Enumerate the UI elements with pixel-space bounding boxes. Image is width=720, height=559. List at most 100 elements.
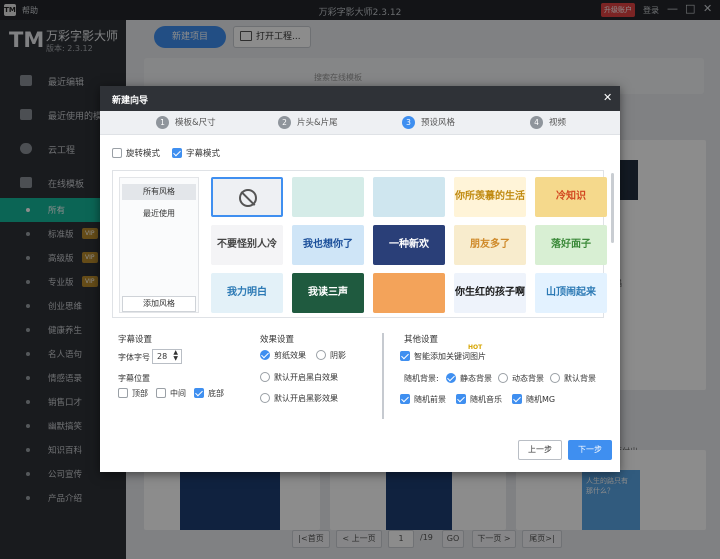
style-thumb[interactable]	[292, 177, 364, 217]
dialog-header: 新建向导 ✕	[100, 86, 620, 111]
hot-badge: HOT	[468, 344, 483, 351]
step-1[interactable]: 1 模板&尺寸	[156, 116, 216, 129]
checkbox-checked-icon	[512, 394, 522, 404]
step-number: 3	[402, 116, 415, 129]
style-thumb[interactable]	[373, 177, 445, 217]
dialog-close-icon[interactable]: ✕	[603, 91, 612, 104]
font-size-stepper[interactable]: 28 ▲ ▼	[152, 349, 182, 364]
category-all-styles[interactable]: 所有风格	[122, 184, 196, 200]
subtitle-settings-title: 字幕设置	[118, 335, 153, 345]
position-middle-checkbox[interactable]: 中间	[156, 388, 186, 399]
checkbox-checked-icon	[194, 388, 204, 398]
mode-label: 旋转模式	[126, 149, 161, 159]
style-thumb[interactable]: 我力明白	[211, 273, 283, 313]
bw-effect-checkbox[interactable]: 默认开启黑白效果	[260, 372, 338, 383]
next-step-button[interactable]: 下一步	[568, 440, 612, 460]
step-number: 2	[278, 116, 291, 129]
font-size-value: 28	[157, 352, 168, 361]
checkbox-checked-icon	[456, 394, 466, 404]
option-label: 顶部	[132, 389, 148, 398]
smart-keyword-checkbox[interactable]: 智能添加关键词图片	[400, 351, 486, 362]
option-label: 静态背景	[460, 374, 492, 383]
checkbox-checked-icon	[400, 394, 410, 404]
option-label: 中间	[170, 389, 186, 398]
style-grid: 你所羡慕的生活 冷知识不要怪别人冷 我也想你了 一种新欢 朋友多了 落好面子我力明白 我读三…	[211, 177, 611, 317]
font-size-label: 字体字号	[118, 353, 150, 362]
checkbox-icon	[112, 148, 122, 158]
random-bg-label: 随机背景:	[404, 374, 439, 383]
wizard-steps: 1 模板&尺寸 2 片头&片尾 3 预设风格 4 视频	[100, 111, 620, 135]
random-foreground-checkbox[interactable]: 随机前景	[400, 394, 446, 405]
step-number: 4	[530, 116, 543, 129]
dialog-title: 新建向导	[112, 96, 149, 106]
effect-settings-title: 效果设置	[260, 335, 295, 345]
rotate-mode-checkbox[interactable]: 旋转模式	[112, 147, 160, 159]
radio-checked-icon	[446, 373, 456, 383]
no-style-icon	[239, 189, 257, 207]
mode-label: 字幕模式	[186, 149, 221, 159]
style-panel: 所有风格 最近使用 添加风格 你所羡慕的生活 冷知识不要怪别人冷 我也想你了 一种新欢…	[112, 170, 614, 318]
option-label: 默认背景	[564, 374, 596, 383]
option-label: 默认开启黑白效果	[274, 373, 338, 382]
step-3[interactable]: 3 预设风格	[402, 116, 455, 129]
add-style-button[interactable]: 添加风格	[122, 296, 196, 312]
stepper-arrows-icon: ▲ ▼	[173, 349, 178, 362]
step-label: 预设风格	[421, 118, 456, 128]
position-label: 字幕位置	[118, 374, 150, 383]
section-divider	[382, 333, 384, 419]
new-wizard-dialog: 新建向导 ✕ 1 模板&尺寸 2 片头&片尾 3 预设风格 4 视频 旋转模式 字幕模式…	[100, 86, 620, 472]
style-thumb[interactable]: 不要怪别人冷	[211, 225, 283, 265]
other-settings-title: 其他设置	[404, 335, 439, 345]
radio-checked-icon	[260, 350, 270, 360]
option-label: 底部	[208, 389, 224, 398]
radio-icon	[260, 393, 270, 403]
random-music-checkbox[interactable]: 随机音乐	[456, 394, 502, 405]
checkbox-icon	[118, 388, 128, 398]
step-label: 片头&片尾	[297, 118, 338, 128]
subtitle-mode-checkbox[interactable]: 字幕模式	[172, 147, 220, 159]
radio-icon	[550, 373, 560, 383]
option-label: 阴影	[330, 351, 346, 360]
checkbox-icon	[156, 388, 166, 398]
style-scrollbar[interactable]	[611, 173, 614, 243]
option-label: 默认开启黑影效果	[274, 394, 338, 403]
shadow-checkbox[interactable]: 阴影	[316, 350, 346, 361]
step-number: 1	[156, 116, 169, 129]
checkbox-checked-icon	[400, 351, 410, 361]
default-bg-radio[interactable]: 默认背景	[550, 373, 596, 384]
style-category-list: 所有风格 最近使用 添加风格	[119, 177, 199, 313]
style-thumb[interactable]: 你生红的孩子啊	[454, 273, 526, 313]
style-thumb[interactable]: 你所羡慕的生活	[454, 177, 526, 217]
style-thumb[interactable]	[373, 273, 445, 313]
style-thumb[interactable]: 落好面子	[535, 225, 607, 265]
radio-icon	[260, 372, 270, 382]
category-recent[interactable]: 最近使用	[122, 206, 196, 222]
dynamic-bg-radio[interactable]: 动态背景	[498, 373, 544, 384]
static-bg-radio[interactable]: 静态背景	[446, 373, 492, 384]
option-label: 剪纸效果	[274, 351, 306, 360]
position-top-checkbox[interactable]: 顶部	[118, 388, 148, 399]
style-thumb[interactable]: 朋友多了	[454, 225, 526, 265]
step-2[interactable]: 2 片头&片尾	[278, 116, 338, 129]
style-thumb[interactable]: 山顶闹起来	[535, 273, 607, 313]
papercut-checkbox[interactable]: 剪纸效果	[260, 350, 306, 361]
radio-icon	[498, 373, 508, 383]
previous-step-button[interactable]: 上一步	[518, 440, 562, 460]
radio-icon	[316, 350, 326, 360]
option-label: 随机音乐	[470, 395, 502, 404]
black-shadow-checkbox[interactable]: 默认开启黑影效果	[260, 393, 338, 404]
position-bottom-checkbox[interactable]: 底部	[194, 388, 224, 399]
style-thumb[interactable]: 一种新欢	[373, 225, 445, 265]
option-label: 动态背景	[512, 374, 544, 383]
option-label: 随机MG	[526, 395, 556, 404]
style-thumb-none[interactable]	[211, 177, 283, 217]
step-4[interactable]: 4 视频	[530, 116, 566, 129]
option-label: 随机前景	[414, 395, 446, 404]
style-thumb[interactable]: 冷知识	[535, 177, 607, 217]
option-label: 智能添加关键词图片	[414, 352, 486, 361]
style-thumb[interactable]: 我也想你了	[292, 225, 364, 265]
checkbox-checked-icon	[172, 148, 182, 158]
style-thumb[interactable]: 我读三声	[292, 273, 364, 313]
random-mg-checkbox[interactable]: 随机MG	[512, 394, 555, 405]
step-label: 视频	[549, 118, 567, 128]
